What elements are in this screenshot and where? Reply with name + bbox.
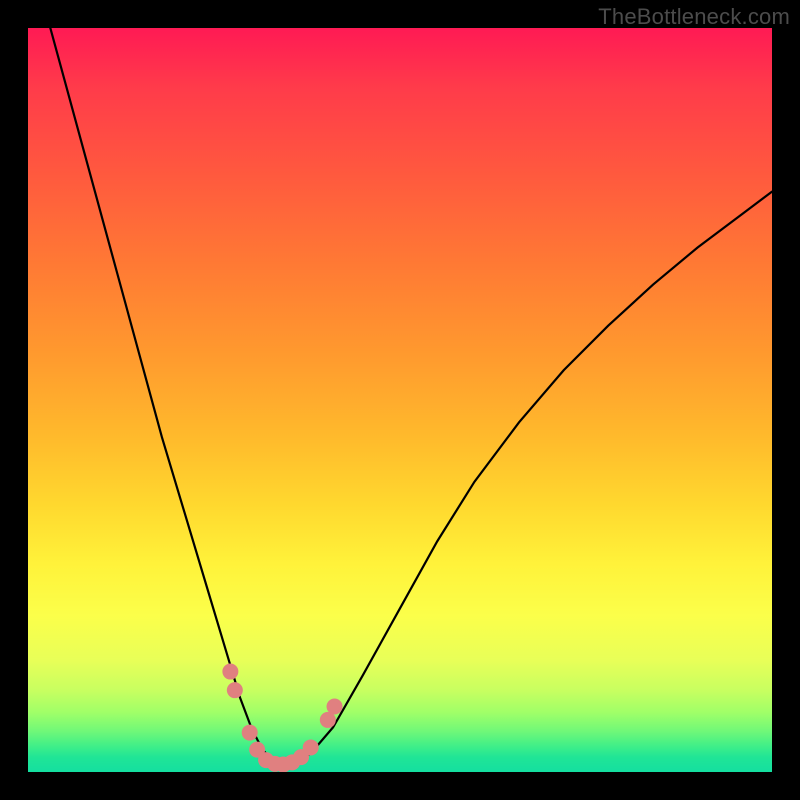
bottleneck-curve	[50, 28, 772, 765]
outer-frame: TheBottleneck.com	[0, 0, 800, 800]
curve-svg	[28, 28, 772, 772]
marker-dot	[227, 682, 243, 698]
curve-markers	[222, 664, 342, 772]
marker-dot	[222, 664, 238, 680]
marker-dot	[303, 739, 319, 755]
watermark-text: TheBottleneck.com	[598, 4, 790, 30]
marker-dot	[242, 725, 258, 741]
marker-dot	[327, 699, 343, 715]
plot-area	[28, 28, 772, 772]
